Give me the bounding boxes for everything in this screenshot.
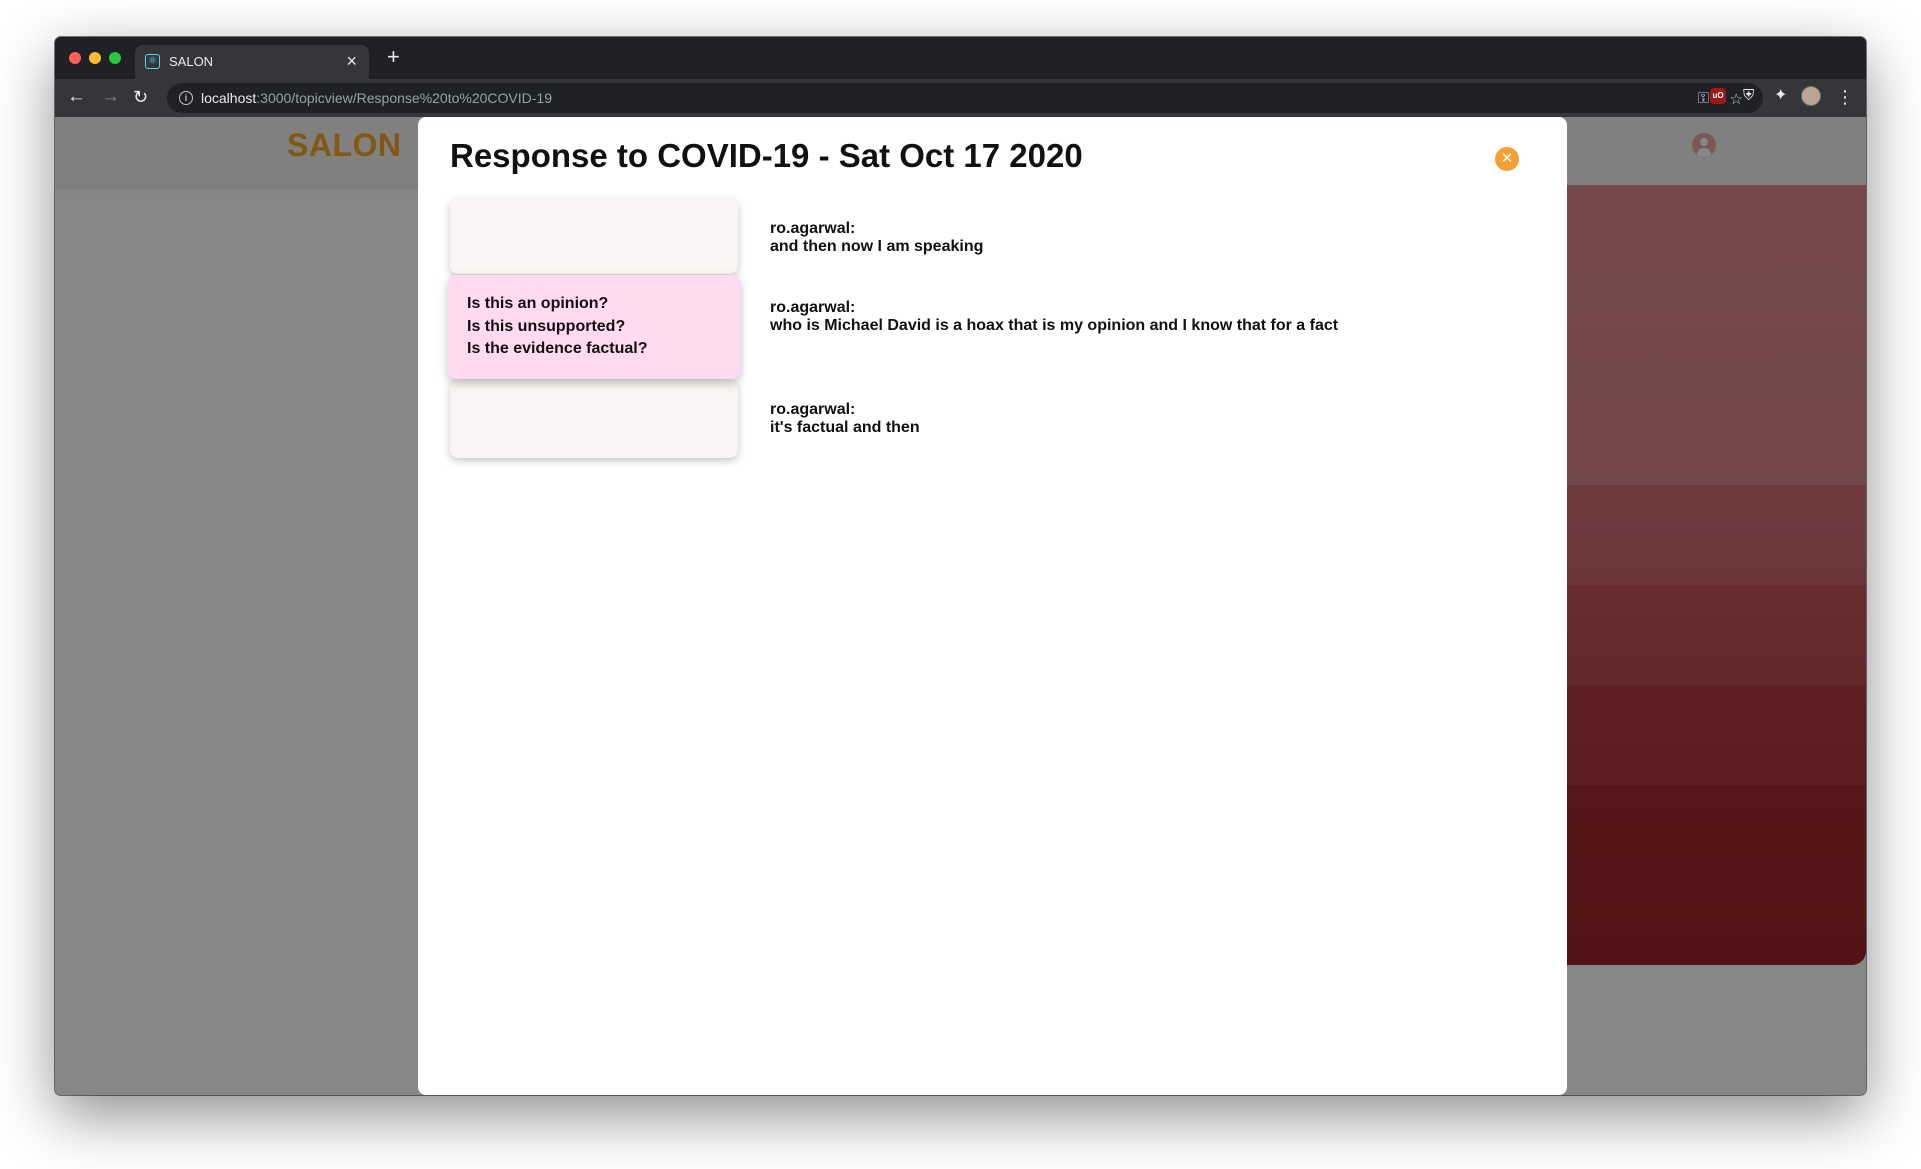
ublock-icon[interactable]: uO (1710, 88, 1726, 104)
annotation-card[interactable] (450, 198, 738, 274)
browser-toolbar: ← → ↻ i localhost:3000/topicview/Respons… (55, 79, 1866, 117)
minimize-window-button[interactable] (89, 52, 101, 64)
transcript-speaker: ro.agarwal: (770, 299, 856, 316)
transcript-text: who is Michael David is a hoax that is m… (770, 317, 1339, 334)
annotation-card-prompt[interactable]: Is this an opinion? Is this unsupported?… (448, 275, 740, 379)
tab-strip: ⚛ SALON × + (55, 37, 1866, 79)
transcript-entry: ro.agarwal: who is Michael David is a ho… (770, 299, 1338, 335)
react-icon: ⚛ (145, 54, 160, 69)
back-button[interactable]: ← (67, 85, 86, 109)
prompt-question[interactable]: Is the evidence factual? (467, 340, 648, 358)
transcript-speaker: ro.agarwal: (770, 220, 856, 237)
annotation-card[interactable] (450, 380, 738, 458)
key-icon[interactable]: ⚿ (1698, 90, 1709, 107)
transcript-speaker: ro.agarwal: (770, 401, 856, 418)
tab-title: SALON (169, 54, 214, 69)
prompt-question[interactable]: Is this an opinion? (467, 295, 608, 313)
page-viewport: SALON Response to COVID-19 - Sat Oct 17 … (55, 117, 1866, 1095)
profile-avatar[interactable] (1801, 86, 1821, 106)
transcript-text: and then now I am speaking (770, 238, 984, 255)
url-host: localhost (201, 90, 257, 106)
prompt-question[interactable]: Is this unsupported? (467, 318, 625, 336)
menu-dots-icon[interactable]: ⋮ (1836, 85, 1854, 109)
info-icon[interactable]: i (179, 91, 193, 105)
address-bar[interactable]: i localhost:3000/topicview/Response%20to… (167, 83, 1763, 113)
transcript-text: it's factual and then (770, 419, 920, 436)
reload-button[interactable]: ↻ (133, 85, 148, 109)
browser-window: ⚛ SALON × + ← → ↻ i localhost:3000/topic… (55, 37, 1866, 1095)
transcript-entry: ro.agarwal: and then now I am speaking (770, 220, 983, 256)
tab-close-icon[interactable]: × (346, 51, 357, 72)
star-icon[interactable]: ☆ (1730, 90, 1743, 108)
forward-button[interactable]: → (101, 85, 120, 109)
url-path: :3000/topicview/Response%20to%20COVID-19 (256, 90, 552, 106)
browser-tab-salon[interactable]: ⚛ SALON × (135, 45, 369, 79)
transcript-entry: ro.agarwal: it's factual and then (770, 401, 920, 437)
puzzle-icon[interactable]: ✦ (1774, 88, 1790, 104)
close-window-button[interactable] (69, 52, 81, 64)
shield-icon[interactable]: ⛨ (1743, 88, 1759, 104)
maximize-window-button[interactable] (109, 52, 121, 64)
topic-modal: Response to COVID-19 - Sat Oct 17 2020 ✕… (418, 117, 1567, 1095)
url-text: localhost:3000/topicview/Response%20to%2… (201, 90, 552, 106)
modal-title: Response to COVID-19 - Sat Oct 17 2020 (450, 137, 1083, 174)
new-tab-button[interactable]: + (387, 46, 400, 68)
close-icon[interactable]: ✕ (1495, 147, 1519, 171)
